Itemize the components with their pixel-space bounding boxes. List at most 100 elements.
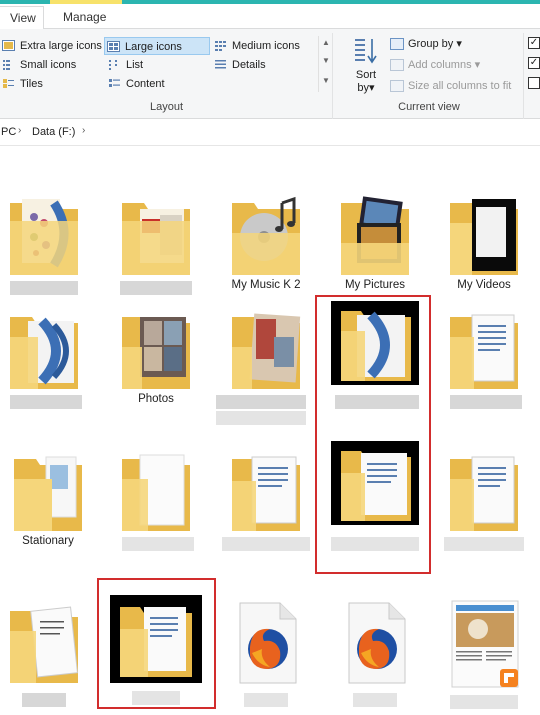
layout-tiles[interactable]: Tiles xyxy=(0,75,43,93)
group-by-icon xyxy=(390,38,404,50)
content-icon xyxy=(109,79,120,87)
address-bar[interactable]: PC › Data (F:) › xyxy=(0,120,540,146)
tab-view[interactable]: View xyxy=(0,6,44,30)
gallery-more-icon[interactable]: ▼ xyxy=(322,76,330,85)
highlight-box xyxy=(315,295,431,574)
firefox-file-item[interactable] xyxy=(327,601,423,713)
details-icon xyxy=(215,60,226,69)
layout-list[interactable]: List xyxy=(106,56,143,74)
redacted-name xyxy=(222,537,310,551)
layout-gallery-scroll[interactable]: ▲ ▼ ▼ xyxy=(318,36,332,92)
redacted-name xyxy=(10,281,78,295)
layout-gallery: Extra large icons Large icons Medium ico… xyxy=(0,35,316,93)
medium-icons-icon xyxy=(215,41,226,51)
chevron-right-icon[interactable]: › xyxy=(18,125,21,136)
small-icons-icon xyxy=(3,60,10,70)
checkbox-2[interactable]: ✓ xyxy=(528,57,540,69)
folder-label: My Pictures xyxy=(344,279,406,291)
highlight-box xyxy=(97,578,216,709)
layout-medium-icons[interactable]: Medium icons xyxy=(212,37,300,55)
folder-label: My Videos xyxy=(457,279,511,291)
size-all-columns-button[interactable]: Size all columns to fit xyxy=(390,77,511,95)
group-by-button[interactable]: Group by ▾ xyxy=(390,35,462,53)
folder-photos[interactable]: Photos xyxy=(108,307,204,417)
layout-item-label: Large icons xyxy=(125,41,182,53)
group-by-label: Group by xyxy=(408,38,454,50)
redacted-name xyxy=(216,395,306,409)
breadcrumb-pc[interactable]: PC xyxy=(1,126,16,138)
file-list: My Music K 2 My Pictures My Videos Photo… xyxy=(0,147,540,715)
layout-content[interactable]: Content xyxy=(106,75,165,93)
breadcrumb-drive[interactable]: Data (F:) xyxy=(32,126,75,138)
size-columns-icon xyxy=(390,80,404,92)
redacted-name xyxy=(353,693,397,707)
folder-my-music[interactable]: My Music K 2 xyxy=(218,193,314,303)
firefox-file-item[interactable] xyxy=(218,601,314,713)
add-columns-button[interactable]: Add columns ▾ xyxy=(390,56,480,74)
folder-item[interactable] xyxy=(436,307,532,417)
scroll-down-icon[interactable]: ▼ xyxy=(322,56,330,65)
scroll-up-icon[interactable]: ▲ xyxy=(322,38,330,47)
sort-label-line1: Sort xyxy=(355,69,377,81)
tab-manage[interactable]: Manage xyxy=(53,6,120,30)
pictures-folder-icon xyxy=(341,196,409,275)
layout-group-label: Layout xyxy=(149,101,184,113)
redacted-name xyxy=(450,395,522,409)
layout-item-label: Content xyxy=(126,78,165,90)
folder-item[interactable] xyxy=(0,601,92,713)
chevron-down-icon: ▾ xyxy=(474,59,481,71)
firefox-icon xyxy=(348,602,406,684)
checkbox-3[interactable] xyxy=(528,77,540,89)
layout-item-label: Extra large icons xyxy=(20,40,102,52)
folder-item[interactable] xyxy=(216,307,314,427)
checkbox-1[interactable]: ✓ xyxy=(528,37,540,49)
sort-label-line2-text: by xyxy=(357,82,370,94)
current-view-group-label: Current view xyxy=(398,101,460,113)
add-columns-label: Add columns xyxy=(408,59,472,71)
folder-item[interactable] xyxy=(436,449,532,559)
ribbon-tabs: View Manage xyxy=(0,4,540,30)
folder-item[interactable] xyxy=(108,193,204,303)
videos-folder-icon xyxy=(450,199,518,275)
current-view-group: Sort by▾ Group by ▾ Add columns ▾ Size a… xyxy=(334,33,524,119)
sort-by-button[interactable]: Sort by▾ xyxy=(348,35,384,97)
layout-item-label: Tiles xyxy=(20,78,43,90)
layout-item-label: Small icons xyxy=(20,59,77,71)
layout-small-icons[interactable]: Small icons xyxy=(0,56,76,74)
folder-item[interactable] xyxy=(0,307,92,417)
sort-icon xyxy=(355,39,377,64)
folder-icon xyxy=(232,313,301,389)
photos-folder-icon xyxy=(122,317,190,389)
folder-label: My Music K 2 xyxy=(231,279,301,291)
folder-item[interactable] xyxy=(0,193,92,303)
folder-label: Photos xyxy=(138,393,174,405)
stationary-folder-icon xyxy=(14,456,82,531)
add-columns-icon xyxy=(390,59,404,71)
tiles-icon xyxy=(3,79,14,88)
folder-icon xyxy=(122,454,190,531)
list-icon xyxy=(109,60,117,70)
firefox-icon xyxy=(239,602,297,684)
folder-my-videos[interactable]: My Videos xyxy=(436,193,532,303)
folder-item[interactable] xyxy=(108,449,204,559)
redacted-name xyxy=(444,537,524,551)
chevron-down-icon: ▾ xyxy=(456,38,462,50)
pdf-document-icon xyxy=(451,600,519,688)
folder-my-pictures[interactable]: My Pictures xyxy=(327,193,423,303)
folder-icon xyxy=(450,314,518,389)
folder-item[interactable] xyxy=(218,449,314,559)
folder-stationary[interactable]: Stationary xyxy=(0,449,96,559)
redacted-name xyxy=(244,693,288,707)
chevron-right-icon[interactable]: › xyxy=(82,125,85,136)
folder-icon xyxy=(450,456,518,531)
layout-extra-large-icons[interactable]: Extra large icons xyxy=(0,37,102,55)
layout-details[interactable]: Details xyxy=(212,56,266,74)
sort-label-line2: by▾ xyxy=(348,82,384,95)
layout-item-label: List xyxy=(126,59,144,71)
pdf-file-item[interactable] xyxy=(436,599,532,713)
layout-large-icons[interactable]: Large icons xyxy=(104,37,210,55)
layout-item-label: Details xyxy=(232,59,266,71)
folder-icon xyxy=(10,317,78,389)
music-folder-icon xyxy=(232,196,300,275)
redacted-name xyxy=(122,537,194,551)
